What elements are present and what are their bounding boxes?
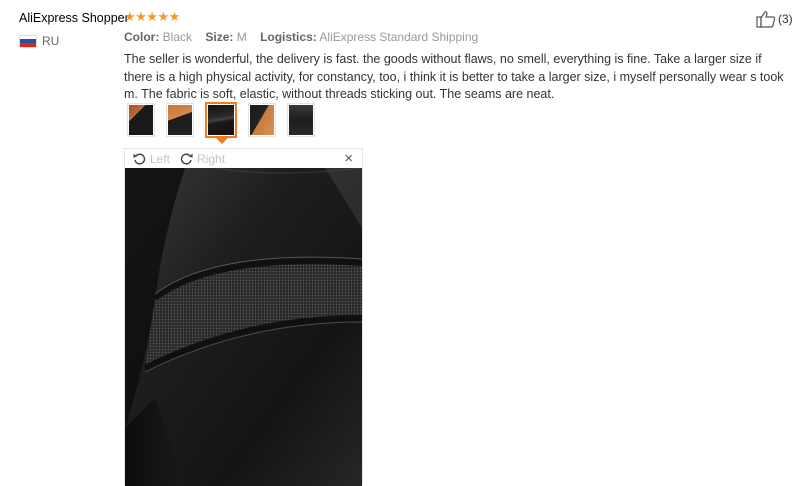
rating-stars: ★★★★★ — [124, 9, 180, 24]
logistics-label: Logistics: — [260, 30, 317, 44]
reviewer-name: AliExpress Shopper — [19, 11, 129, 25]
rotate-left-button[interactable]: Left — [133, 152, 170, 166]
rotate-right-label: Right — [197, 151, 226, 166]
country-code: RU — [42, 34, 60, 48]
reviewer-country: RU — [19, 34, 59, 48]
review-meta: Color: Black Size: M Logistics: AliExpre… — [124, 30, 488, 44]
review-thumbnail[interactable] — [166, 103, 194, 137]
size-value: M — [236, 30, 247, 44]
helpful-button[interactable]: (3) — [756, 10, 793, 28]
review-thumbnail[interactable] — [287, 103, 315, 137]
thumbs-up-icon — [756, 11, 776, 28]
rotate-left-icon — [133, 153, 146, 165]
color-value: Black — [162, 30, 193, 44]
review-thumbnails — [127, 102, 326, 138]
rotate-left-label: Left — [150, 151, 171, 166]
rotate-right-button[interactable]: Right — [180, 152, 225, 166]
review-photo — [125, 168, 362, 486]
review-text: The seller is wonderful, the delivery is… — [124, 52, 784, 101]
selected-thumbnail-pointer — [216, 138, 228, 144]
color-label: Color: — [124, 30, 160, 44]
review-thumbnail[interactable] — [248, 103, 276, 137]
image-viewer: Left Right × — [124, 148, 363, 486]
logistics-value: AliExpress Standard Shipping — [319, 30, 479, 44]
viewer-toolbar: Left Right × — [125, 149, 362, 168]
rotate-right-icon — [180, 153, 193, 165]
review-thumbnail-selected[interactable] — [205, 102, 237, 138]
close-icon[interactable]: × — [344, 150, 353, 167]
helpful-count: (3) — [778, 12, 793, 26]
review-thumbnail[interactable] — [127, 103, 155, 137]
russia-flag-icon — [19, 34, 37, 48]
size-label: Size: — [205, 30, 234, 44]
